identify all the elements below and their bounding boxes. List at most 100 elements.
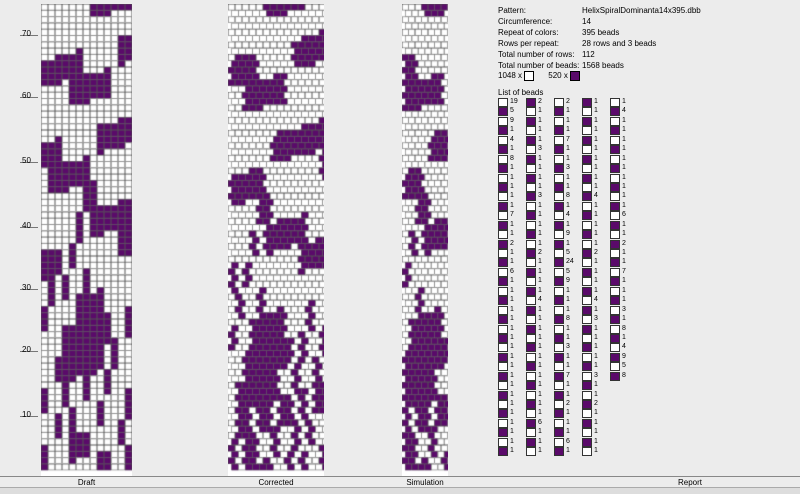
bead-count: 1 [510, 333, 514, 341]
corrected-grid[interactable] [228, 4, 324, 476]
rows-label: Rows per repeat: [498, 39, 559, 48]
purple-bead-icon [526, 98, 536, 107]
bead-count: 1 [510, 418, 514, 426]
bead-count: 3 [622, 305, 626, 313]
bead-count: 6 [566, 437, 570, 445]
bead-count: 5 [566, 249, 570, 256]
bead-count: 1 [622, 315, 626, 323]
purple-bead-icon [526, 230, 536, 240]
white-bead-icon [554, 230, 564, 240]
draft-grid[interactable] [41, 4, 132, 476]
white-bead-icon [582, 220, 592, 230]
white-bead-icon [526, 333, 536, 343]
simulation-grid[interactable] [402, 4, 448, 476]
ruler-label-10: 10 [22, 410, 31, 419]
purple-swatch-icon [569, 71, 580, 81]
white-bead-icon [554, 324, 564, 334]
bead-count: 1 [594, 267, 598, 275]
bead-count: 1 [538, 116, 542, 124]
purple-count: 520 x [548, 71, 568, 81]
bead-count: 1 [566, 296, 570, 304]
bead-count: 19 [510, 98, 518, 105]
bead-count: 1 [566, 220, 570, 228]
purple-bead-icon [582, 230, 592, 240]
white-bead-icon [554, 173, 564, 183]
bead-count: 1 [510, 201, 514, 209]
white-bead-icon [526, 409, 536, 419]
bead-count: 1 [538, 390, 542, 398]
bead-count: 1 [538, 230, 542, 238]
bead-count: 1 [510, 324, 514, 332]
purple-bead-icon [554, 333, 564, 343]
bead-count: 1 [538, 409, 542, 417]
white-bead-icon [582, 409, 592, 419]
purple-bead-icon [554, 371, 564, 381]
white-bead-icon [582, 390, 592, 400]
white-bead-icon [526, 201, 536, 211]
bead-count: 1 [538, 135, 542, 143]
bead-count: 1 [622, 135, 626, 143]
bead-count: 1 [566, 239, 570, 247]
ruler-label-60: 60 [22, 91, 31, 100]
purple-bead-icon [610, 239, 620, 249]
bead-count: 1 [566, 182, 570, 190]
bead-count: 1 [538, 352, 542, 360]
white-bead-icon [610, 135, 620, 145]
purple-bead-icon [582, 437, 592, 447]
bead-count: 1 [594, 333, 598, 341]
white-bead-icon [554, 286, 564, 296]
white-bead-icon [610, 343, 620, 353]
bead-count: 1 [622, 220, 626, 228]
white-bead-icon [498, 116, 508, 126]
bead-count: 1 [594, 343, 598, 351]
purple-bead-icon [582, 286, 592, 296]
purple-bead-icon [526, 286, 536, 296]
divider [0, 476, 800, 477]
bead-count: 1 [510, 173, 514, 181]
white-bead-icon [610, 249, 620, 258]
bead-count: 1 [510, 230, 514, 238]
purple-bead-icon [610, 201, 620, 211]
bead-count: 1 [566, 333, 570, 341]
purple-bead-icon [582, 116, 592, 126]
purple-bead-icon [610, 296, 620, 306]
bead-count: 1 [594, 98, 598, 105]
white-bead-icon [582, 126, 592, 136]
bead-count: 1 [510, 126, 514, 134]
ruler-label-40: 40 [22, 221, 31, 230]
purple-bead-icon [526, 305, 536, 315]
bead-count: 1 [594, 182, 598, 190]
purple-bead-icon [554, 145, 564, 155]
white-bead-icon [498, 400, 508, 409]
white-bead-icon [526, 352, 536, 362]
bead-count: 1 [538, 400, 542, 407]
bead-count: 1 [566, 418, 570, 426]
bead-count: 9 [510, 116, 514, 124]
bead-count: 1 [594, 258, 598, 266]
bead-count: 1 [510, 305, 514, 313]
white-bead-icon [526, 296, 536, 306]
bead-count: 6 [538, 418, 542, 426]
white-bead-icon [582, 239, 592, 249]
bead-count: 1 [594, 211, 598, 219]
simulation-label: Simulation [406, 478, 444, 487]
purple-bead-icon [554, 409, 564, 419]
bead-count: 1 [510, 381, 514, 389]
corrected-label: Corrected [258, 478, 294, 487]
bead-count: 1 [510, 400, 514, 407]
purple-bead-icon [526, 437, 536, 447]
purple-bead-icon [554, 277, 564, 287]
white-bead-icon [582, 164, 592, 174]
bead-count: 1 [538, 154, 542, 162]
purple-bead-icon [498, 164, 508, 174]
purple-bead-icon [526, 381, 536, 391]
bead-count: 1 [622, 154, 626, 162]
bead-count: 1 [510, 437, 514, 445]
bead-count: 1 [538, 333, 542, 341]
bead-count: 1 [594, 277, 598, 285]
purple-bead-icon [582, 381, 592, 391]
purple-bead-icon [498, 428, 508, 438]
purple-bead-icon [610, 258, 620, 268]
purple-bead-icon [610, 126, 620, 136]
bead-count: 2 [594, 249, 598, 256]
